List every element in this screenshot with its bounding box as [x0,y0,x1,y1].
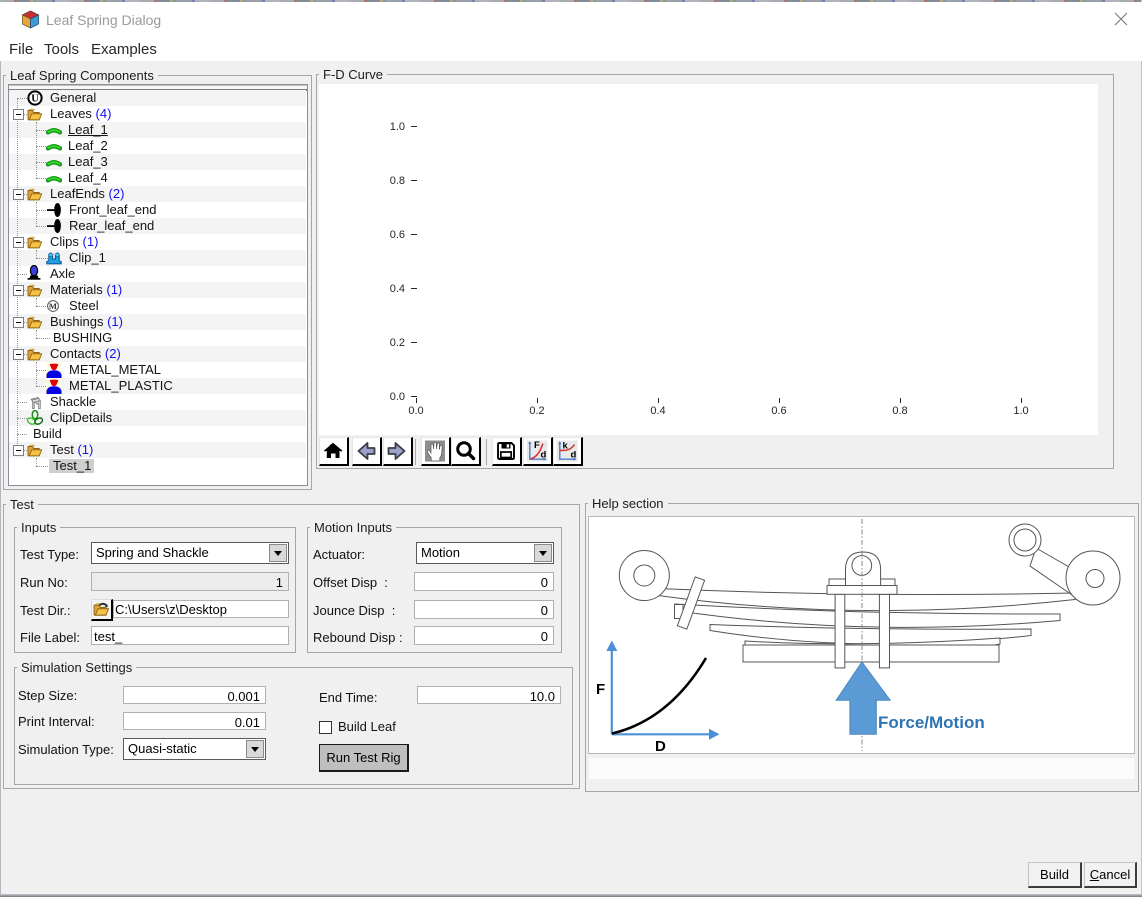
svg-text:D: D [655,738,666,753]
svg-text:d: d [571,450,577,461]
svg-text:d: d [541,450,547,461]
svg-text:F: F [534,440,540,451]
svg-text:k: k [563,441,569,452]
svg-text:Force/Motion: Force/Motion [878,713,985,732]
svg-text:F: F [596,681,605,698]
svg-text:U: U [31,94,39,105]
